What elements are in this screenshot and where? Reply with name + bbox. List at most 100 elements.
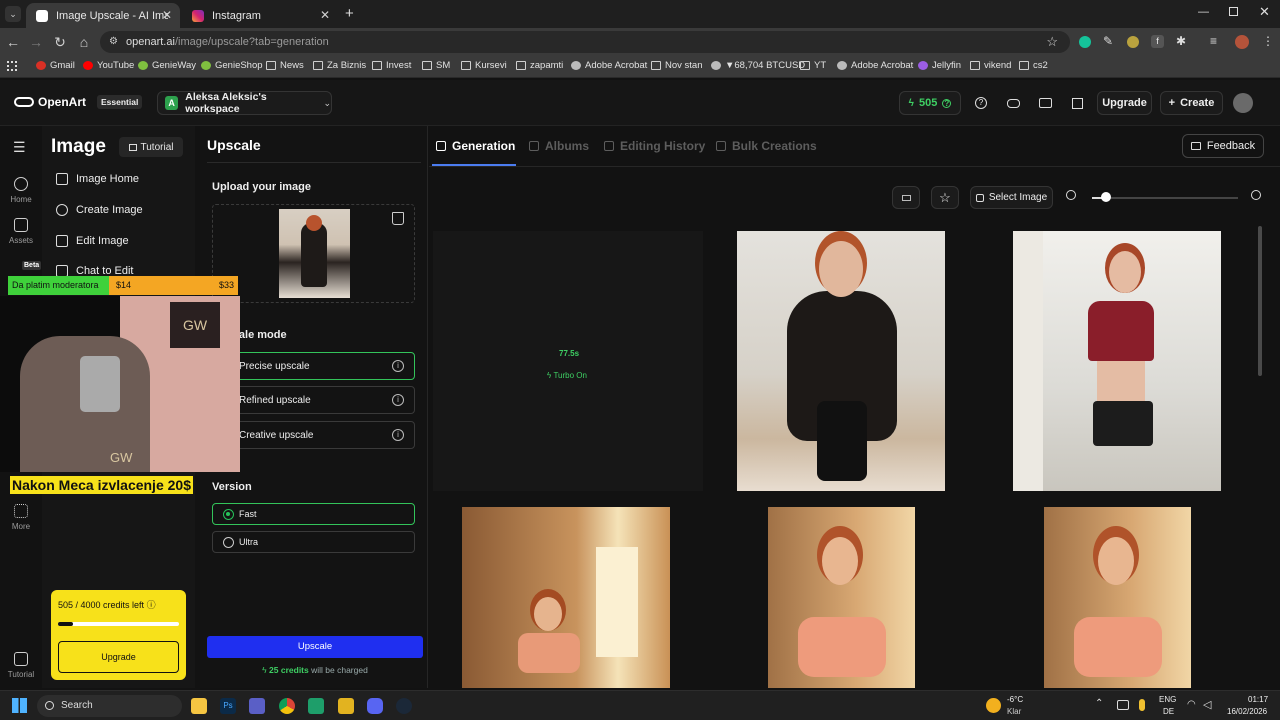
- reading-list-icon[interactable]: ≡: [1210, 34, 1217, 48]
- clock-date[interactable]: 16/02/2026: [1227, 707, 1267, 716]
- file-explorer-icon[interactable]: [191, 698, 207, 714]
- bookmark-item[interactable]: Jellyfin: [918, 60, 961, 71]
- bookmark-item[interactable]: vikend: [970, 60, 1011, 71]
- windows-start-icon[interactable]: [12, 698, 27, 713]
- view-toggle-button[interactable]: [892, 186, 920, 209]
- tray-wifi-icon[interactable]: ◠: [1187, 699, 1196, 710]
- window-close-icon[interactable]: ✕: [1259, 4, 1270, 20]
- zoom-in-icon[interactable]: [1251, 190, 1261, 200]
- lang-bottom[interactable]: DE: [1163, 707, 1174, 716]
- site-info-icon[interactable]: ⚙: [109, 31, 118, 53]
- menu-toggle-icon[interactable]: ☰: [13, 139, 26, 156]
- user-avatar[interactable]: [1233, 93, 1253, 113]
- extensions-puzzle-icon[interactable]: ✱: [1176, 34, 1186, 48]
- rail-item-tutorial[interactable]: Tutorial: [0, 652, 42, 679]
- upgrade-button[interactable]: Upgrade: [1097, 91, 1152, 115]
- bookmark-item[interactable]: Adobe Acrobat: [837, 60, 913, 71]
- feedback-button[interactable]: Feedback: [1182, 134, 1264, 158]
- zoom-out-icon[interactable]: [1066, 190, 1076, 200]
- back-icon[interactable]: ←: [4, 33, 22, 51]
- zoom-slider-handle[interactable]: [1101, 192, 1111, 202]
- bookmark-item[interactable]: GenieWay: [138, 60, 196, 71]
- browser-menu-icon[interactable]: ⋮: [1262, 34, 1274, 48]
- version-ultra[interactable]: Ultra: [212, 531, 415, 553]
- info-icon[interactable]: i: [392, 394, 404, 406]
- tab-albums[interactable]: Albums: [529, 139, 589, 153]
- tray-mic-icon[interactable]: [1139, 699, 1145, 711]
- minimize-icon[interactable]: —: [1198, 6, 1209, 18]
- lang-top[interactable]: ENG: [1159, 695, 1176, 704]
- extension-grammarly-icon[interactable]: [1079, 36, 1091, 48]
- tray-volume-icon[interactable]: ◁: [1203, 698, 1211, 711]
- workspace-switcher[interactable]: A Aleksa Aleksic's workspace ⌄: [157, 91, 332, 115]
- info-icon[interactable]: i: [392, 429, 404, 441]
- gallery-image-4[interactable]: [768, 507, 915, 688]
- maximize-icon[interactable]: [1229, 7, 1238, 16]
- app-green-icon[interactable]: [308, 698, 324, 714]
- rail-item-assets[interactable]: Assets: [0, 218, 42, 245]
- bookmark-item[interactable]: zapamti: [516, 60, 563, 71]
- tab-bulk-creations[interactable]: Bulk Creations: [716, 139, 817, 153]
- select-image-button[interactable]: Select Image: [970, 186, 1053, 209]
- credits-upgrade-button[interactable]: Upgrade: [58, 641, 179, 673]
- tab-generation[interactable]: Generation: [436, 139, 515, 153]
- discord-icon[interactable]: [367, 698, 383, 714]
- tab-openart[interactable]: Image Upscale - AI Image Upsc ✕: [26, 3, 180, 28]
- home-icon[interactable]: ⌂: [75, 33, 93, 51]
- tab-editing-history[interactable]: Editing History: [604, 139, 705, 153]
- photoshop-icon[interactable]: Ps: [220, 698, 236, 714]
- gallery-image-1[interactable]: [737, 231, 945, 491]
- reload-icon[interactable]: ↻: [51, 33, 69, 51]
- gallery-image-2[interactable]: [1013, 231, 1221, 491]
- apps-grid-icon[interactable]: [7, 61, 17, 71]
- mode-precise[interactable]: Precise upscale i: [212, 352, 415, 380]
- gallery-image-5[interactable]: [1044, 507, 1191, 688]
- bookmark-item[interactable]: Kursevi: [461, 60, 507, 71]
- bookmark-item[interactable]: YouTube: [83, 60, 134, 71]
- app-yellow-icon[interactable]: [338, 698, 354, 714]
- create-button[interactable]: + Create: [1160, 91, 1223, 115]
- forward-icon[interactable]: →: [27, 33, 45, 51]
- video-button[interactable]: [1033, 91, 1057, 115]
- tab-search-icon[interactable]: ⌄: [5, 6, 21, 22]
- bookmark-item[interactable]: Nov stan: [651, 60, 703, 71]
- url-input[interactable]: ⚙ openart.ai/image/upscale?tab=generatio…: [100, 31, 1070, 53]
- bookmark-star-icon[interactable]: ☆: [1046, 31, 1058, 53]
- bookmark-item[interactable]: Za Biznis: [313, 60, 366, 71]
- chrome-icon[interactable]: [279, 698, 295, 714]
- tutorial-button[interactable]: Tutorial: [119, 137, 183, 157]
- bookmark-item[interactable]: ▼68,704 BTCUSD: [711, 60, 805, 71]
- extension-coin-icon[interactable]: [1127, 36, 1139, 48]
- favorites-button[interactable]: ☆: [931, 186, 959, 209]
- help-button[interactable]: ?: [969, 91, 993, 115]
- taskbar-search[interactable]: Search: [37, 695, 182, 717]
- bookmark-item[interactable]: News: [266, 60, 304, 71]
- discord-button[interactable]: [1001, 91, 1025, 115]
- close-icon[interactable]: ✕: [320, 8, 330, 22]
- bookmark-item[interactable]: GenieShop: [201, 60, 263, 71]
- teams-icon[interactable]: [249, 698, 265, 714]
- close-icon[interactable]: ✕: [162, 8, 172, 22]
- bookmark-item[interactable]: cs2: [1019, 60, 1048, 71]
- mode-creative[interactable]: Creative upscale i: [212, 421, 415, 449]
- bookmark-item[interactable]: Invest: [372, 60, 411, 71]
- openart-logo[interactable]: OpenArt: [14, 95, 86, 109]
- scrollbar[interactable]: [1258, 226, 1262, 376]
- credits-balance[interactable]: ϟ 505 ?: [899, 91, 961, 115]
- new-tab-icon[interactable]: +: [345, 5, 354, 22]
- tray-network-icon[interactable]: [1117, 700, 1129, 710]
- extension-pen-icon[interactable]: ✎: [1103, 34, 1113, 48]
- gift-button[interactable]: [1065, 91, 1089, 115]
- menu-item-edit-image[interactable]: Edit Image: [56, 235, 129, 247]
- steam-icon[interactable]: [396, 698, 412, 714]
- bookmark-item[interactable]: SM: [422, 60, 450, 71]
- mode-refined[interactable]: Refined upscale i: [212, 386, 415, 414]
- gallery-image-3[interactable]: [462, 507, 670, 688]
- extension-slash-icon[interactable]: f: [1151, 35, 1164, 48]
- bookmark-item[interactable]: Gmail: [36, 60, 75, 71]
- delete-icon[interactable]: [392, 212, 404, 225]
- upload-dropzone[interactable]: [212, 204, 415, 303]
- version-fast[interactable]: Fast: [212, 503, 415, 525]
- menu-item-create-image[interactable]: Create Image: [56, 204, 143, 216]
- clock-time[interactable]: 01:17: [1248, 695, 1268, 704]
